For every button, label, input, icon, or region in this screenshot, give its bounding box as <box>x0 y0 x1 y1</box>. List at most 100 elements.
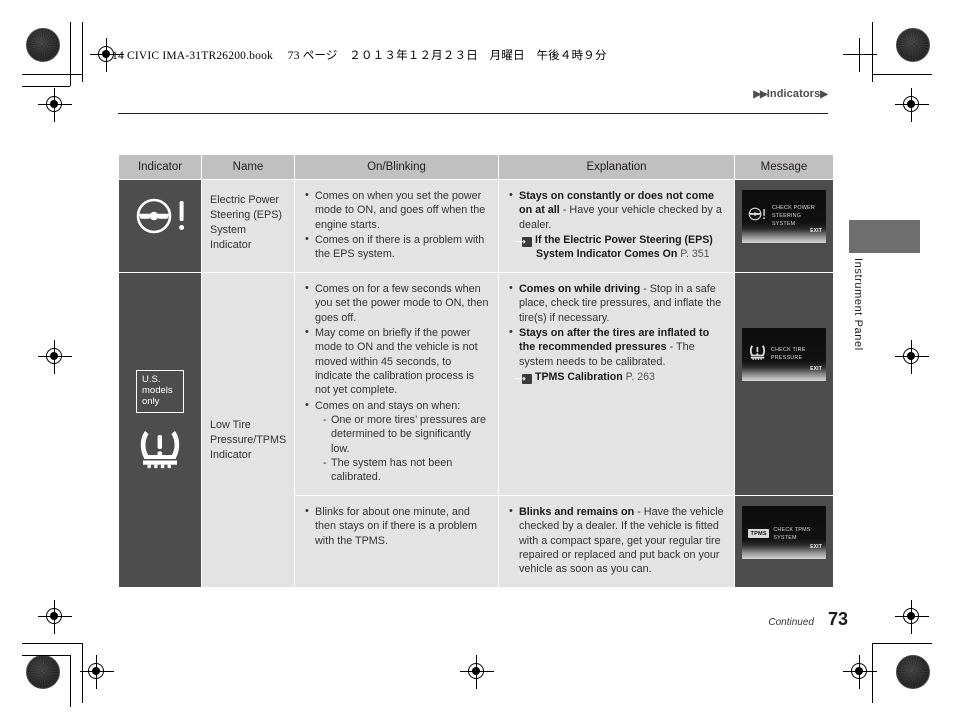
print-slug-line: 14 CIVIC IMA-31TR26200.book 73 ページ ２０１３年… <box>112 50 607 62</box>
message-display-screen: CHECK TIRE PRESSURE EXIT <box>742 327 826 381</box>
on-blinking-cell-eps: Comes on when you set the power mode to … <box>294 179 499 273</box>
list-item: Comes on while driving - Stop in a safe … <box>508 281 726 325</box>
tpms-low-tire-pressure-icon <box>136 423 184 476</box>
page-number: 73 <box>827 609 848 629</box>
us-models-only-note: U.S. models only <box>136 369 184 413</box>
cross-reference-page: P. 263 <box>625 370 655 383</box>
list-item: May come on briefly if the power mode to… <box>304 325 490 398</box>
list-item: Comes on when you set the power mode to … <box>304 188 490 232</box>
list-item: Comes on and stays on when: One or more … <box>304 398 490 485</box>
on-blinking-list: Comes on for a few seconds when you set … <box>304 281 490 485</box>
tpms-badge: TPMS <box>748 529 770 539</box>
explanation-cell-eps: Stays on constantly or does not come on … <box>498 179 735 273</box>
list-item: One or more tires’ pressures are determi… <box>323 413 490 456</box>
section-tab-label: Instrument Panel <box>852 258 864 351</box>
print-registration-dot-top-left <box>26 28 60 62</box>
indicator-cell-tpms: U.S. models only <box>118 271 202 588</box>
name-cell-tpms: Low Tire Pressure/TPMS Indicator <box>201 271 295 588</box>
registration-mark-right-upper <box>895 88 929 122</box>
crop-mark-top-left-h2 <box>22 86 70 87</box>
list-item: Blinks for about one minute, and then st… <box>304 504 490 548</box>
explanation-cell-tpms-blink: Blinks and remains on - Have the vehicle… <box>498 494 735 588</box>
message-line: CHECK TIRE <box>771 346 806 353</box>
cross-reference[interactable]: ⟶ If the Electric Power Steering (EPS) Sy… <box>508 234 726 262</box>
eps-steering-wheel-warning-icon <box>134 196 186 236</box>
indicator-name: Electric Power Steering (EPS) System Ind… <box>210 194 283 252</box>
name-cell-eps: Electric Power Steering (EPS) System Ind… <box>201 179 295 273</box>
list-item: Stays on constantly or does not come on … <box>508 188 726 232</box>
indicator-cell-eps <box>118 179 202 273</box>
explanation-list: Comes on while driving - Stop in a safe … <box>508 281 726 369</box>
breadcrumb-prefix-arrows-icon: ▶▶ <box>753 89 767 100</box>
column-header-message: Message <box>734 155 834 180</box>
crop-mark-bottom-left-v2 <box>70 655 71 707</box>
message-text: CHECK TIRE PRESSURE <box>771 346 806 362</box>
continued-label: Continued <box>768 617 814 628</box>
registration-mark-bottom-center <box>460 655 494 689</box>
eps-indicator-glyph <box>119 180 201 252</box>
list-item: Stays on after the tires are inflated to… <box>508 325 726 369</box>
indicator-name: Low Tire Pressure/TPMS Indicator <box>210 418 287 462</box>
list-item: Comes on for a few seconds when you set … <box>304 281 490 325</box>
header-divider <box>118 113 828 114</box>
list-item: Blinks and remains on - Have the vehicle… <box>508 504 726 577</box>
message-line: STEERING SYSTEM <box>772 213 802 228</box>
on-blinking-cell-tpms-blink: Blinks for about one minute, and then st… <box>294 494 499 588</box>
crop-mark-top-left-v <box>82 22 83 82</box>
message-cell-tpms-blink: TPMS CHECK TPMS SYSTEM EXIT <box>734 494 834 588</box>
message-display-screen: CHECK POWER STEERING SYSTEM EXIT <box>742 190 826 243</box>
cross-reference-page: P. 351 <box>680 247 710 260</box>
crop-mark-top-left-h <box>22 74 82 75</box>
crop-mark-bottom-right-v <box>872 643 873 703</box>
reference-arrow-icon: ⟶ <box>514 237 532 248</box>
table-header-row: Indicator Name On/Blinking Explanation M… <box>118 155 834 180</box>
explanation-condition: Blinks and remains on <box>519 505 635 518</box>
tpms-low-tire-pressure-icon <box>748 342 767 366</box>
explanation-list: Stays on constantly or does not come on … <box>508 188 726 232</box>
registration-mark-bottom-left <box>80 655 114 689</box>
explanation-condition: Comes on while driving <box>519 282 641 295</box>
on-blinking-cell-tpms: Comes on for a few seconds when you set … <box>294 271 499 496</box>
list-item-lead: Comes on and stays on when: <box>315 399 461 412</box>
reference-arrow-icon: ⟶ <box>514 373 532 384</box>
eps-steering-wheel-warning-icon <box>748 206 768 227</box>
crop-mark-top-left-v2 <box>70 22 71 86</box>
list-item: The system has not been calibrated. <box>323 456 490 485</box>
list-item: Comes on if there is a problem with the … <box>304 232 490 262</box>
print-registration-dot-top-right <box>896 28 930 62</box>
registration-mark-right-middle <box>895 340 929 374</box>
crop-mark-bottom-left-v <box>82 643 83 703</box>
message-text: CHECK TPMS SYSTEM <box>773 526 822 542</box>
column-header-indicator: Indicator <box>118 155 202 180</box>
explanation-list: Blinks and remains on - Have the vehicle… <box>508 504 726 577</box>
registration-mark-right-lower <box>895 600 929 634</box>
page-footer: Continued 73 <box>768 609 848 630</box>
crop-mark-top-right-v <box>872 22 873 82</box>
column-header-explanation: Explanation <box>498 155 735 180</box>
message-display-screen: TPMS CHECK TPMS SYSTEM EXIT <box>742 505 826 559</box>
crop-mark-bottom-left-h2 <box>22 655 70 656</box>
message-line: PRESSURE <box>771 354 803 361</box>
table-row: Electric Power Steering (EPS) System Ind… <box>118 179 834 273</box>
table-row: U.S. models only Low Tire Pressure/TPMS … <box>118 271 834 588</box>
page-header: ▶▶Indicators▶ <box>118 88 828 114</box>
crop-mark-top-right-h <box>872 74 932 75</box>
indicators-table: Indicator Name On/Blinking Explanation M… <box>118 155 834 588</box>
section-tab-marker <box>849 220 920 253</box>
column-header-on-blinking: On/Blinking <box>294 155 499 180</box>
on-blinking-list: Blinks for about one minute, and then st… <box>304 504 490 548</box>
message-cell-tpms: CHECK TIRE PRESSURE EXIT <box>734 271 834 496</box>
cross-reference-title: TPMS Calibration <box>535 370 623 383</box>
cross-reference[interactable]: ⟶ TPMS Calibration P. 263 <box>508 371 726 385</box>
message-line: CHECK TPMS SYSTEM <box>773 526 811 541</box>
breadcrumb-label: Indicators <box>766 88 821 100</box>
column-header-name: Name <box>201 155 295 180</box>
on-blinking-sublist: One or more tires’ pressures are determi… <box>315 413 490 485</box>
crop-mark-bottom-right-h <box>872 643 932 644</box>
exit-label: EXIT <box>810 543 822 550</box>
on-blinking-list: Comes on when you set the power mode to … <box>304 188 490 262</box>
breadcrumb-suffix-arrow-icon: ▶ <box>820 89 828 100</box>
explanation-cell-tpms: Comes on while driving - Stop in a safe … <box>498 271 735 496</box>
tpms-indicator-glyph: U.S. models only <box>119 273 201 573</box>
crop-mark-bottom-left-h <box>22 643 82 644</box>
